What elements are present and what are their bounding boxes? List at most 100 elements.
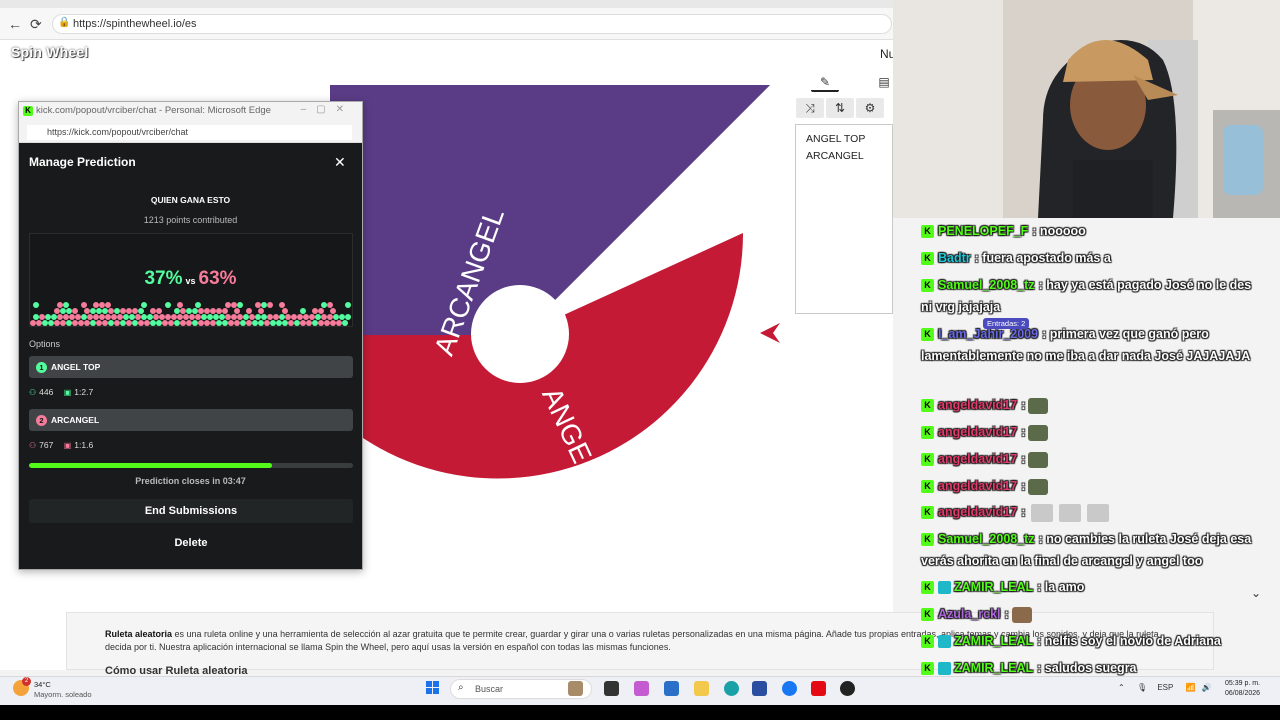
panel-title: Manage Prediction bbox=[29, 155, 136, 169]
kick-badge-icon: K bbox=[921, 506, 934, 520]
end-submissions-button[interactable]: End Submissions bbox=[29, 499, 353, 523]
clock-date[interactable]: 06/08/2026 bbox=[1225, 690, 1260, 697]
back-icon[interactable]: ← bbox=[8, 16, 22, 32]
popout-url-field[interactable]: https://kick.com/popout/vrciber/chat bbox=[27, 125, 352, 140]
participant-dot bbox=[60, 320, 66, 326]
participant-dot bbox=[138, 320, 144, 326]
vs-label: vs bbox=[185, 276, 196, 286]
participant-dot bbox=[108, 308, 114, 314]
participant-dot bbox=[117, 314, 123, 320]
participant-dot bbox=[111, 314, 117, 320]
wifi-icon[interactable]: 📶 bbox=[1185, 683, 1195, 692]
participant-dot bbox=[87, 314, 93, 320]
chat-username[interactable]: Badtr bbox=[938, 251, 971, 265]
participant-dot bbox=[192, 308, 198, 314]
option-number: 1 bbox=[36, 362, 47, 373]
chat-username[interactable]: angeldavid17 bbox=[938, 505, 1017, 519]
chat-username[interactable]: ZAMIR_LEAL bbox=[954, 580, 1033, 594]
participant-dot bbox=[195, 302, 201, 308]
participant-dot bbox=[345, 302, 351, 308]
chat-username[interactable]: PENELOPEF_F bbox=[938, 224, 1028, 238]
edge-icon[interactable] bbox=[724, 681, 739, 696]
settings-icon[interactable]: ⚙ bbox=[856, 98, 884, 118]
emote-icon bbox=[1011, 606, 1032, 623]
search-highlight-icon bbox=[568, 681, 583, 696]
chat-text: : la amo bbox=[1037, 580, 1085, 594]
netflix-icon[interactable] bbox=[811, 681, 826, 696]
prediction-closes-text: Prediction closes in 03:47 bbox=[135, 476, 246, 486]
participant-dot bbox=[324, 320, 330, 326]
app-icon[interactable] bbox=[840, 681, 855, 696]
participant-dot bbox=[258, 320, 264, 326]
emote-icon bbox=[1028, 397, 1049, 414]
emote-icon bbox=[1031, 503, 1054, 522]
participant-dot bbox=[114, 320, 120, 326]
kick-badge-icon: K bbox=[921, 328, 934, 342]
prediction-timer-fill bbox=[29, 463, 272, 468]
kick-popout-window: kick.com/popout/vrciber/chat - Personal:… bbox=[18, 101, 363, 570]
file-explorer-icon[interactable] bbox=[694, 681, 709, 696]
outlook-icon[interactable] bbox=[664, 681, 679, 696]
participant-dot bbox=[120, 320, 126, 326]
microphone-icon[interactable]: 🎙 bbox=[1137, 683, 1147, 692]
chat-text: : bbox=[1021, 479, 1026, 493]
participant-dot bbox=[339, 314, 345, 320]
participant-dot bbox=[126, 308, 132, 314]
language-indicator[interactable]: ESP bbox=[1157, 683, 1173, 692]
delete-button[interactable]: Delete bbox=[29, 531, 353, 555]
copilot-icon[interactable] bbox=[634, 681, 649, 696]
window-controls[interactable]: –▢✕ bbox=[301, 104, 354, 115]
chevron-up-icon[interactable]: ⌃ bbox=[1118, 683, 1125, 692]
participant-dot bbox=[195, 314, 201, 320]
browser-tab-strip[interactable] bbox=[0, 0, 893, 8]
participant-dot bbox=[54, 320, 60, 326]
windows-start-icon[interactable] bbox=[426, 681, 440, 695]
sort-icon[interactable]: ⇅ bbox=[826, 98, 854, 118]
option-2-stats: ⚇ 767 ▣ 1:1.6 bbox=[29, 440, 93, 450]
participant-dot bbox=[84, 320, 90, 326]
chat-username[interactable]: angeldavid17 bbox=[938, 452, 1017, 466]
participant-dot bbox=[93, 302, 99, 308]
participant-dot bbox=[159, 314, 165, 320]
chat-username[interactable]: angeldavid17 bbox=[938, 398, 1017, 412]
chat-message: Kangeldavid17: bbox=[921, 448, 1261, 470]
emote-icon bbox=[1028, 451, 1049, 468]
chat-username[interactable]: Samuel_2008_tz bbox=[938, 532, 1035, 546]
participant-dot bbox=[84, 308, 90, 314]
close-icon[interactable]: ✕ bbox=[334, 154, 346, 171]
chat-username[interactable]: ZAMIR_LEAL bbox=[954, 634, 1033, 648]
participant-dot bbox=[78, 320, 84, 326]
clock-time[interactable]: 05:39 p. m. bbox=[1225, 680, 1260, 687]
chat-username[interactable]: Samuel_2008_tz bbox=[938, 278, 1035, 292]
site-logo[interactable]: Spin Wheel bbox=[11, 44, 88, 60]
kick-badge-icon: K bbox=[921, 225, 934, 239]
spin-wheel[interactable]: ARCANGEL ANGEL TOP bbox=[330, 85, 780, 585]
participant-dot bbox=[81, 302, 87, 308]
refresh-icon[interactable]: ⟳ bbox=[30, 16, 42, 33]
participant-dot bbox=[45, 314, 51, 320]
chat-username[interactable]: angeldavid17 bbox=[938, 479, 1017, 493]
participant-dot bbox=[99, 314, 105, 320]
store-icon[interactable] bbox=[752, 681, 767, 696]
address-bar[interactable]: https://spinthewheel.io/es bbox=[52, 14, 892, 34]
kick-badge-icon: K bbox=[921, 480, 934, 494]
system-tray[interactable]: ⌃ 🎙 ESP 📶 🔊 bbox=[1118, 683, 1212, 692]
chat-username[interactable]: angeldavid17 bbox=[938, 425, 1017, 439]
chat-text: : bbox=[1021, 452, 1026, 466]
chevron-down-icon[interactable]: ⌄ bbox=[1251, 586, 1261, 600]
participant-dot bbox=[102, 308, 108, 314]
participant-dot bbox=[108, 320, 114, 326]
task-view-icon[interactable] bbox=[604, 681, 619, 696]
prediction-timer-bar bbox=[29, 463, 353, 468]
chat-username[interactable]: ZAMIR_LEAL bbox=[954, 661, 1033, 675]
entries-textarea[interactable]: ANGEL TOP ARCANGEL bbox=[795, 124, 893, 314]
emote-icon bbox=[1028, 478, 1049, 495]
participant-dot bbox=[282, 308, 288, 314]
facebook-icon[interactable] bbox=[782, 681, 797, 696]
shuffle-icon[interactable]: ⤨ bbox=[796, 98, 824, 118]
edit-tab-icon[interactable]: ✎ bbox=[811, 72, 839, 92]
chat-text: : nooooo bbox=[1032, 224, 1086, 238]
volume-icon[interactable]: 🔊 bbox=[1202, 683, 1212, 692]
chat-username[interactable]: I_am_Jahir_2009 bbox=[938, 327, 1038, 341]
chat-username[interactable]: Azula_rckl bbox=[938, 607, 1001, 621]
